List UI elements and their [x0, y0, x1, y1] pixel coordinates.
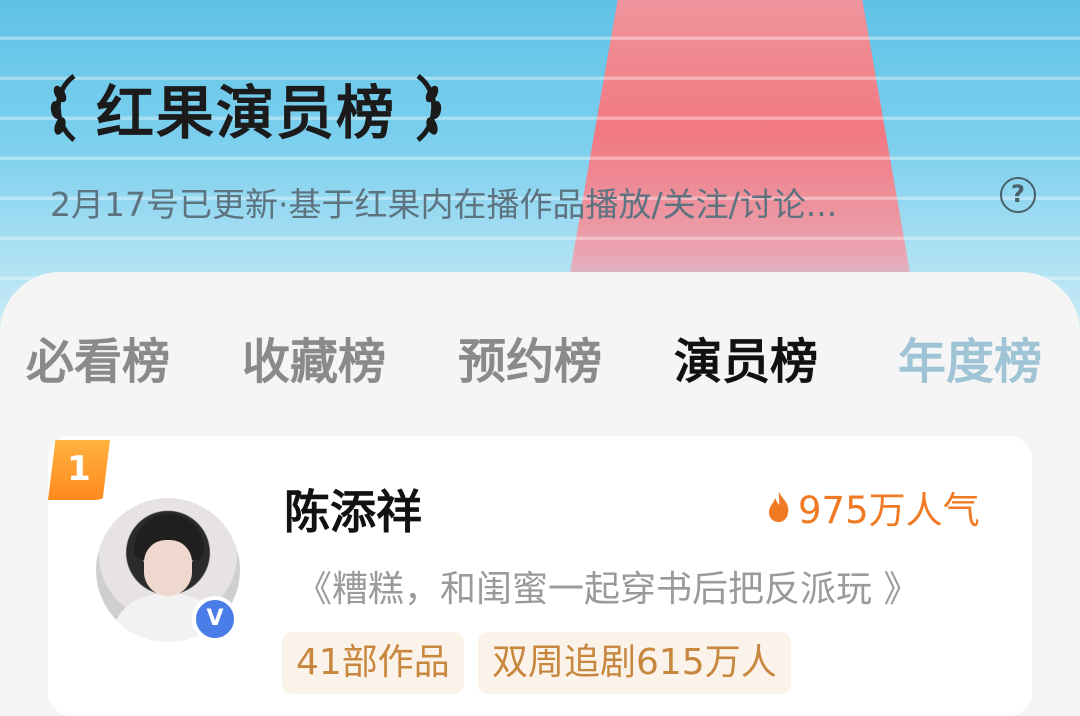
works-count-tag: 41部作品: [282, 632, 464, 694]
ranking-tabs: 必看榜 收藏榜 预约榜 演员榜 年度榜: [0, 322, 1080, 392]
help-icon[interactable]: ?: [1000, 177, 1036, 213]
actor-name[interactable]: 陈添祥: [284, 476, 422, 542]
tab-must-watch[interactable]: 必看榜: [26, 322, 170, 392]
tab-actors[interactable]: 演员榜: [674, 322, 818, 392]
popularity-indicator: 975万人气: [766, 480, 980, 534]
laurel-right-icon: [416, 73, 442, 142]
page-title-group: 红果演员榜: [44, 66, 448, 150]
tab-favorites[interactable]: 收藏榜: [242, 322, 386, 392]
followers-tag: 双周追剧615万人: [478, 632, 791, 694]
laurel-left-icon: [50, 73, 76, 142]
tab-annual[interactable]: 年度榜: [898, 322, 1042, 392]
rank-badge: 1: [48, 440, 110, 500]
popularity-value: 975万人气: [798, 489, 980, 532]
featured-work[interactable]: 《糟糕，和闺蜜一起穿书后把反派玩 》: [296, 560, 919, 612]
page-title: 红果演员榜: [96, 79, 397, 147]
tab-reservations[interactable]: 预约榜: [458, 322, 602, 392]
update-subtitle: 2月17号已更新·基于红果内在播作品播放/关注/讨论...: [50, 185, 838, 224]
verified-icon: V: [192, 596, 238, 642]
flame-icon: [769, 492, 789, 522]
